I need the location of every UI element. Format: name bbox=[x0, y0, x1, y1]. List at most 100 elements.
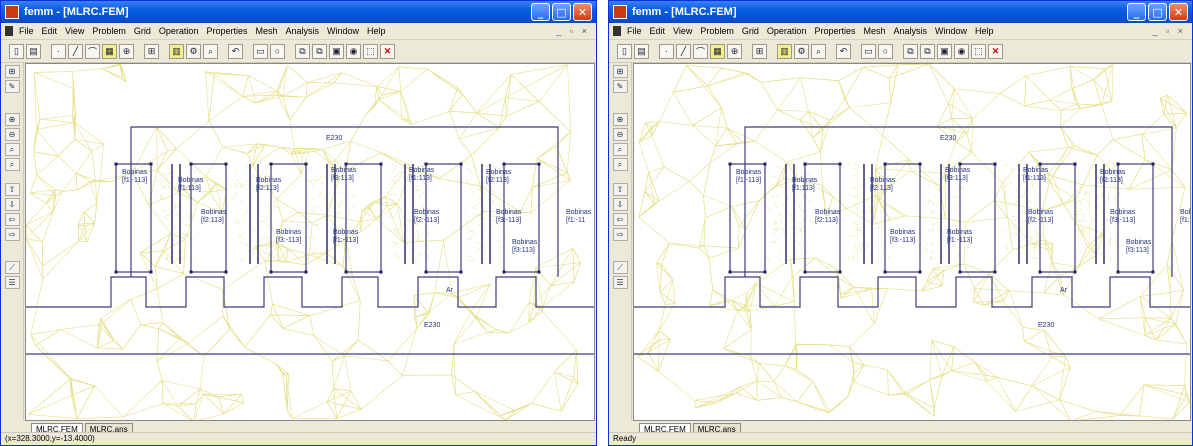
segment-icon[interactable]: ╱ bbox=[68, 43, 83, 59]
rect-icon[interactable]: ▭ bbox=[861, 43, 876, 59]
undo-icon[interactable]: ↶ bbox=[836, 43, 851, 59]
pan-up-icon[interactable]: ⇧ bbox=[612, 183, 628, 196]
snap-grid-icon[interactable]: ⊞ bbox=[612, 65, 628, 78]
bobinas-label: Bobinas bbox=[815, 209, 841, 216]
arc-icon[interactable]: ⌒ bbox=[85, 43, 100, 59]
rect-icon[interactable]: ▭ bbox=[253, 43, 268, 59]
block-icon[interactable]: ⊕ bbox=[727, 43, 742, 59]
maximize-button[interactable]: □ bbox=[552, 3, 571, 21]
list-icon[interactable]: ☰ bbox=[4, 276, 20, 289]
pan-down-icon[interactable]: ⇩ bbox=[4, 198, 20, 211]
open-icon[interactable]: ▤ bbox=[634, 43, 649, 59]
menu-mesh[interactable]: Mesh bbox=[255, 26, 277, 36]
arc-icon[interactable]: ⌒ bbox=[693, 43, 708, 59]
menu-analysis[interactable]: Analysis bbox=[286, 26, 320, 36]
pan-right-icon[interactable]: ⇨ bbox=[612, 228, 628, 241]
view-results-icon[interactable]: ⌕ bbox=[203, 43, 218, 59]
zoom-in-icon[interactable]: ⊕ bbox=[4, 113, 20, 126]
edit-props-icon[interactable]: ✎ bbox=[612, 80, 628, 93]
undo-icon[interactable]: ↶ bbox=[228, 43, 243, 59]
mirror-icon[interactable]: ⧉ bbox=[920, 43, 935, 59]
point-icon[interactable]: · bbox=[659, 43, 674, 59]
select-window-icon[interactable]: ⬚ bbox=[363, 43, 378, 59]
view-results-icon[interactable]: ⌕ bbox=[811, 43, 826, 59]
menu-mesh[interactable]: Mesh bbox=[863, 26, 885, 36]
circle-icon[interactable]: ○ bbox=[878, 43, 893, 59]
menu-properties[interactable]: Properties bbox=[814, 26, 855, 36]
zoom-out-icon[interactable]: ⊖ bbox=[612, 128, 628, 141]
menu-analysis[interactable]: Analysis bbox=[894, 26, 928, 36]
copy-icon[interactable]: ⧉ bbox=[903, 43, 918, 59]
scale-icon[interactable]: ▣ bbox=[937, 43, 952, 59]
mesh-icon[interactable]: ▥ bbox=[169, 43, 184, 59]
menu-grid[interactable]: Grid bbox=[134, 26, 151, 36]
menu-help[interactable]: Help bbox=[367, 26, 386, 36]
segment-icon[interactable]: ╱ bbox=[676, 43, 691, 59]
minimize-button[interactable]: _ bbox=[531, 3, 550, 21]
group-icon[interactable]: ▦ bbox=[710, 43, 725, 59]
zoom-in-icon[interactable]: ⊕ bbox=[612, 113, 628, 126]
zoom-window-icon[interactable]: ⌕ bbox=[4, 143, 20, 156]
zoom-natural-icon[interactable]: ⌕ bbox=[612, 158, 628, 171]
analyze-icon[interactable]: ⚙ bbox=[794, 43, 809, 59]
fillet-icon[interactable]: ◉ bbox=[954, 43, 969, 59]
close-button[interactable]: ✕ bbox=[1169, 3, 1188, 21]
title-bar[interactable]: femm - [MLRC.FEM] _ □ ✕ bbox=[1, 1, 596, 23]
open-icon[interactable]: ▤ bbox=[26, 43, 41, 59]
coil-circuit-label: [f1:113] bbox=[792, 185, 815, 192]
pan-left-icon[interactable]: ⇦ bbox=[612, 213, 628, 226]
pan-up-icon[interactable]: ⇧ bbox=[4, 183, 20, 196]
mesh-icon[interactable]: ▥ bbox=[777, 43, 792, 59]
mdi-controls[interactable]: _ ▫ × bbox=[557, 26, 590, 36]
menu-problem[interactable]: Problem bbox=[92, 26, 126, 36]
zoom-out-icon[interactable]: ⊖ bbox=[4, 128, 20, 141]
new-icon[interactable]: ▯ bbox=[617, 43, 632, 59]
zoom-natural-icon[interactable]: ⌕ bbox=[4, 158, 20, 171]
mirror-icon[interactable]: ⧉ bbox=[312, 43, 327, 59]
menu-view[interactable]: View bbox=[65, 26, 84, 36]
select-window-icon[interactable]: ⬚ bbox=[971, 43, 986, 59]
delete-icon[interactable]: ✕ bbox=[988, 43, 1003, 59]
menu-file[interactable]: File bbox=[19, 26, 34, 36]
fillet-icon[interactable]: ◉ bbox=[346, 43, 361, 59]
group-icon[interactable]: ▦ bbox=[102, 43, 117, 59]
model-canvas[interactable]: E230 E230 Ar Bobinas [f1:-113] Bobinas [f1:113… bbox=[633, 63, 1191, 421]
copy-icon[interactable]: ⧉ bbox=[295, 43, 310, 59]
menu-view[interactable]: View bbox=[673, 26, 692, 36]
menu-window[interactable]: Window bbox=[935, 26, 967, 36]
analyze-icon[interactable]: ⚙ bbox=[186, 43, 201, 59]
title-bar[interactable]: femm - [MLRC.FEM] _ □ ✕ bbox=[609, 1, 1192, 23]
grid-icon[interactable]: ⊞ bbox=[752, 43, 767, 59]
menu-edit[interactable]: Edit bbox=[42, 26, 58, 36]
measure-icon[interactable]: ⟋ bbox=[4, 261, 20, 274]
new-icon[interactable]: ▯ bbox=[9, 43, 24, 59]
menu-edit[interactable]: Edit bbox=[650, 26, 666, 36]
mdi-controls[interactable]: _ ▫ × bbox=[1153, 26, 1186, 36]
scale-icon[interactable]: ▣ bbox=[329, 43, 344, 59]
list-icon[interactable]: ☰ bbox=[612, 276, 628, 289]
circle-icon[interactable]: ○ bbox=[270, 43, 285, 59]
model-canvas[interactable]: E230 E230 Ar Bobinas [f1:-113] Bobinas [f1:113… bbox=[25, 63, 595, 421]
block-icon[interactable]: ⊕ bbox=[119, 43, 134, 59]
pan-right-icon[interactable]: ⇨ bbox=[4, 228, 20, 241]
close-button[interactable]: ✕ bbox=[573, 3, 592, 21]
grid-icon[interactable]: ⊞ bbox=[144, 43, 159, 59]
delete-icon[interactable]: ✕ bbox=[380, 43, 395, 59]
maximize-button[interactable]: □ bbox=[1148, 3, 1167, 21]
menu-file[interactable]: File bbox=[627, 26, 642, 36]
menu-operation[interactable]: Operation bbox=[159, 26, 199, 36]
edit-props-icon[interactable]: ✎ bbox=[4, 80, 20, 93]
menu-grid[interactable]: Grid bbox=[742, 26, 759, 36]
measure-icon[interactable]: ⟋ bbox=[612, 261, 628, 274]
minimize-button[interactable]: _ bbox=[1127, 3, 1146, 21]
menu-window[interactable]: Window bbox=[327, 26, 359, 36]
menu-help[interactable]: Help bbox=[975, 26, 994, 36]
pan-down-icon[interactable]: ⇩ bbox=[612, 198, 628, 211]
menu-operation[interactable]: Operation bbox=[767, 26, 807, 36]
menu-problem[interactable]: Problem bbox=[700, 26, 734, 36]
menu-properties[interactable]: Properties bbox=[206, 26, 247, 36]
snap-grid-icon[interactable]: ⊞ bbox=[4, 65, 20, 78]
pan-left-icon[interactable]: ⇦ bbox=[4, 213, 20, 226]
zoom-window-icon[interactable]: ⌕ bbox=[612, 143, 628, 156]
point-icon[interactable]: · bbox=[51, 43, 66, 59]
